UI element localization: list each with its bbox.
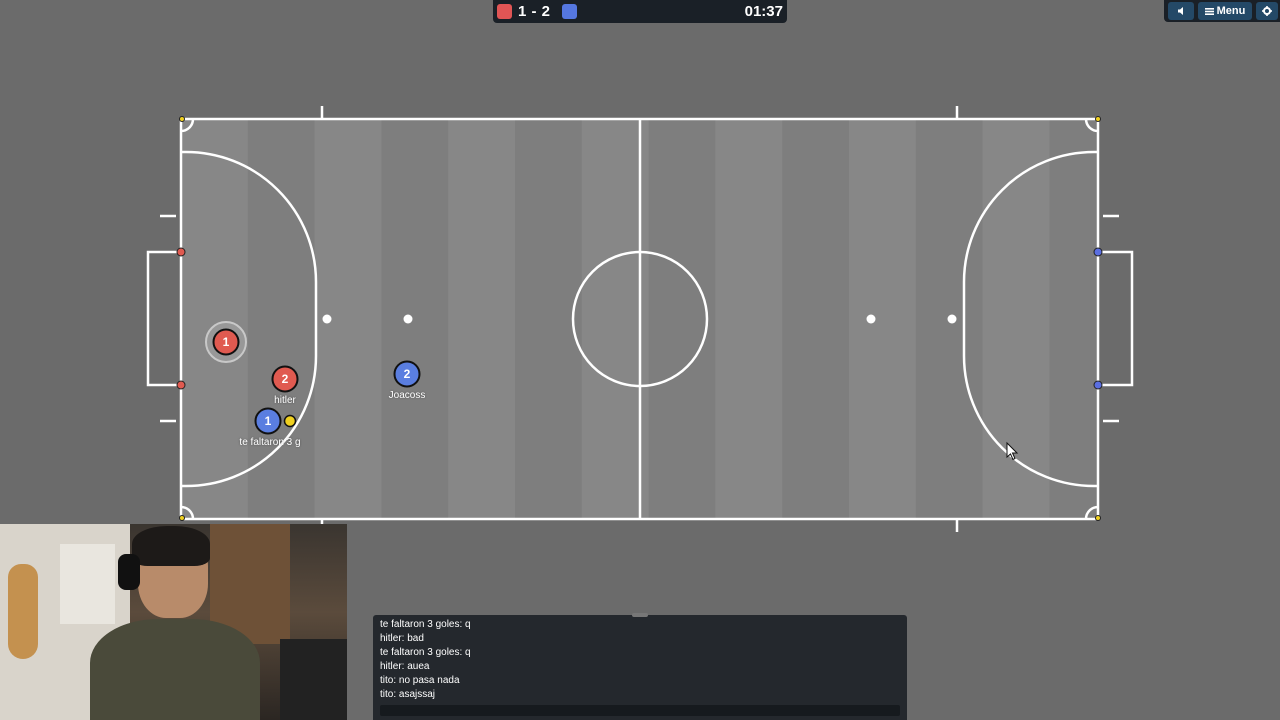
- player-number: 1: [222, 335, 230, 349]
- webcam-overlay: [0, 524, 347, 720]
- chat-message: tito: asajssaj: [380, 689, 436, 700]
- settings-button[interactable]: [1256, 2, 1278, 20]
- match-timer: 01:37: [744, 3, 783, 20]
- gear-icon: [1262, 6, 1272, 16]
- player-name: te faltaron 3 g: [239, 437, 301, 448]
- chat-message: hitler: auea: [380, 661, 430, 672]
- scoreboard: 1 - 2 01:37: [493, 0, 787, 23]
- chat-message: hitler: bad: [380, 633, 424, 644]
- player-number: 2: [403, 367, 411, 381]
- player-name: Joacoss: [388, 390, 426, 401]
- player-number: 1: [264, 414, 272, 428]
- guitar-image: [8, 564, 38, 659]
- top-menu-bar: Menu: [1164, 0, 1280, 22]
- player-name: hitler: [274, 395, 296, 406]
- chat-resize-handle[interactable]: [632, 613, 648, 617]
- chat-log: te faltaron 3 goles: q hitler: bad te fa…: [380, 618, 900, 702]
- sound-button[interactable]: [1168, 2, 1194, 20]
- chat-message: te faltaron 3 goles: q: [380, 647, 471, 658]
- menu-label: Menu: [1216, 5, 1246, 17]
- chat-message: tito: no pasa nada: [380, 675, 460, 686]
- chat-message: te faltaron 3 goles: q: [380, 619, 471, 630]
- score-display: 1 - 2: [518, 3, 551, 20]
- headset-image: [118, 554, 140, 590]
- menu-button[interactable]: Menu: [1198, 2, 1252, 20]
- player-number: 2: [281, 372, 289, 386]
- chat-input[interactable]: [380, 705, 900, 716]
- blue-team-indicator: [562, 4, 577, 19]
- red-team-indicator: [497, 4, 512, 19]
- chat-panel: te faltaron 3 goles: q hitler: bad te fa…: [373, 613, 907, 720]
- ball: [283, 414, 297, 428]
- speaker-icon: [1178, 7, 1183, 15]
- hamburger-icon: [1204, 7, 1214, 15]
